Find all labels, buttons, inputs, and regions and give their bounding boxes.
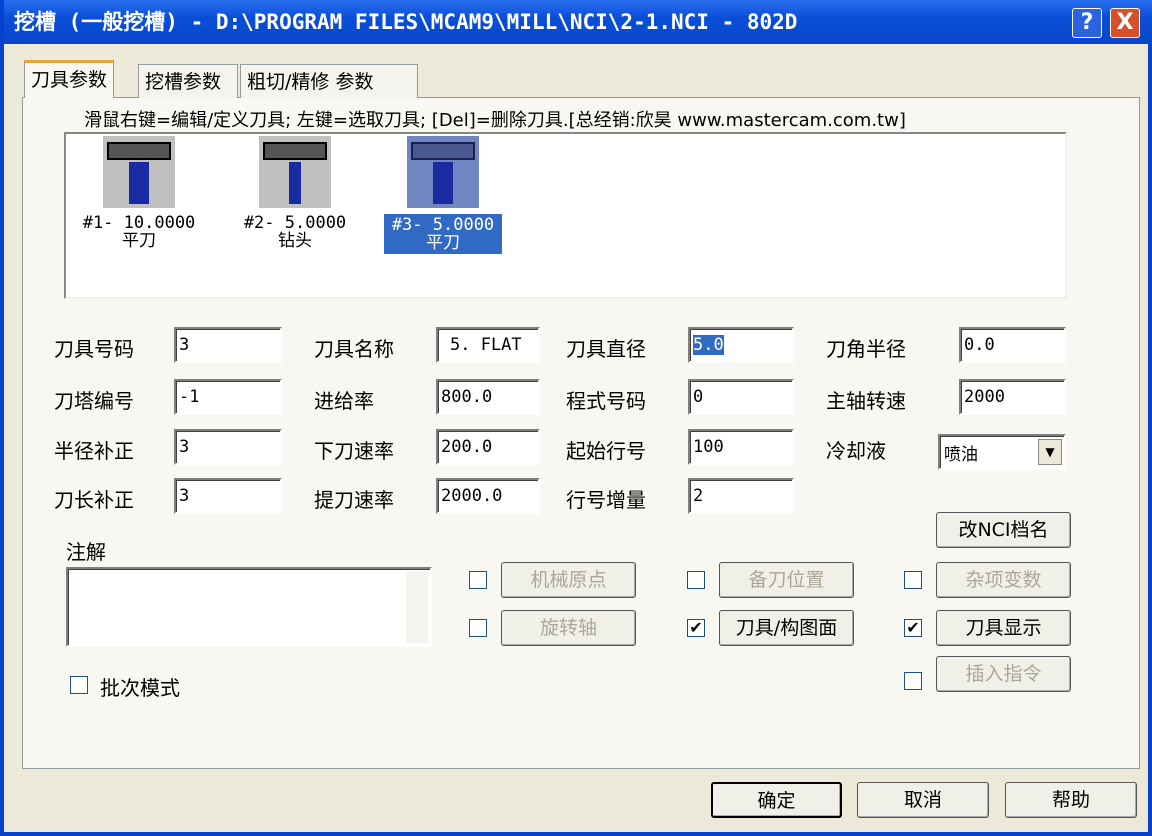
home-checkbox[interactable]	[469, 571, 487, 589]
batch-mode-label: 批次模式	[100, 676, 180, 700]
tool-diameter-input[interactable]: 5.0	[688, 327, 794, 363]
rotary-axis-button[interactable]: 旋转轴	[501, 610, 636, 646]
window-title: 挖槽 (一般挖槽) - D:\PROGRAM FILES\MCAM9\MILL\…	[14, 10, 798, 34]
tab-tool-params[interactable]: 刀具参数	[24, 60, 115, 98]
ok-button[interactable]: 确定	[711, 782, 842, 818]
tool-type: 钻头	[278, 231, 312, 251]
insert-command-button[interactable]: 插入指令	[936, 656, 1071, 692]
flat-endmill-icon	[407, 136, 479, 208]
ref-point-checkbox[interactable]	[687, 571, 705, 589]
comment-textarea[interactable]	[66, 567, 432, 647]
tool-type: 平刀	[122, 231, 156, 251]
corner-radius-label: 刀角半径	[826, 337, 906, 361]
spindle-speed-input[interactable]: 2000	[959, 379, 1066, 415]
tool-name-input[interactable]: 5. FLAT	[436, 327, 540, 363]
tool-name-label: 刀具名称	[314, 337, 394, 361]
comment-label: 注解	[66, 540, 106, 564]
help-button[interactable]: 帮助	[1005, 782, 1137, 818]
rotary-checkbox[interactable]	[469, 619, 487, 637]
seq-inc-input[interactable]: 2	[688, 478, 794, 514]
tool-list[interactable]	[64, 132, 1067, 299]
help-title-button[interactable]: ?	[1072, 8, 1102, 38]
tab-pocket-params[interactable]: 挖槽参数	[138, 64, 238, 98]
tool-display-checkbox[interactable]: ✔	[904, 619, 922, 637]
tool-number-label: 刀具号码	[54, 337, 134, 361]
tool-number: #2- 5.0000	[243, 213, 347, 233]
misc-values-button[interactable]: 杂项变数	[936, 562, 1071, 598]
tool-display-button[interactable]: 刀具显示	[936, 610, 1071, 646]
tab-rough-finish-params[interactable]: 粗切/精修 参数	[240, 64, 418, 98]
plunge-rate-label: 下刀速率	[314, 439, 394, 463]
program-number-input[interactable]: 0	[688, 379, 794, 415]
spindle-speed-label: 主轴转速	[826, 389, 906, 413]
feed-rate-label: 进给率	[314, 389, 374, 413]
tool-diameter-label: 刀具直径	[566, 337, 646, 361]
coolant-value: 喷油	[944, 445, 978, 465]
flat-endmill-icon	[103, 136, 175, 208]
cancel-button[interactable]: 取消	[857, 782, 989, 818]
coolant-label: 冷却液	[826, 439, 886, 463]
home-button[interactable]: 机械原点	[501, 562, 636, 598]
rename-nci-button[interactable]: 改NCI档名	[936, 512, 1071, 548]
drill-icon	[259, 136, 331, 208]
tool-number: #3- 5.0000	[391, 215, 495, 235]
dia-offset-input[interactable]: 3	[174, 429, 282, 465]
tool-number-input[interactable]: 3	[174, 327, 282, 363]
ref-point-button[interactable]: 备刀位置	[719, 562, 854, 598]
hint-text: 滑鼠右键=编辑/定义刀具; 左键=选取刀具; [Del]=删除刀具.[总经销:欣…	[84, 110, 906, 131]
feed-rate-input[interactable]: 800.0	[436, 379, 540, 415]
scrollbar[interactable]	[406, 571, 428, 643]
tool-item-2[interactable]: #2- 5.0000 钻头	[230, 136, 360, 250]
coolant-select[interactable]: 喷油 ▼	[938, 434, 1066, 470]
len-offset-label: 刀长补正	[54, 488, 134, 512]
len-offset-input[interactable]: 3	[174, 478, 282, 514]
title-bar: 挖槽 (一般挖槽) - D:\PROGRAM FILES\MCAM9\MILL\…	[4, 0, 1152, 44]
chevron-down-icon[interactable]: ▼	[1038, 439, 1062, 465]
tool-type: 平刀	[426, 233, 460, 253]
tool-plane-checkbox[interactable]: ✔	[687, 619, 705, 637]
tool-item-1[interactable]: #1- 10.0000 平刀	[74, 136, 204, 250]
start-seq-label: 起始行号	[566, 439, 646, 463]
turret-input[interactable]: -1	[174, 379, 282, 415]
close-button[interactable]: X	[1110, 8, 1140, 38]
retract-rate-label: 提刀速率	[314, 488, 394, 512]
dialog-window: 挖槽 (一般挖槽) - D:\PROGRAM FILES\MCAM9\MILL\…	[0, 0, 1152, 836]
dia-offset-label: 半径补正	[54, 439, 134, 463]
batch-mode-checkbox[interactable]	[70, 676, 88, 694]
tool-diameter-value: 5.0	[693, 335, 724, 355]
turret-label: 刀塔编号	[54, 389, 134, 413]
tool-item-3-selected[interactable]: #3- 5.0000 平刀	[384, 136, 502, 254]
seq-inc-label: 行号增量	[566, 488, 646, 512]
misc-checkbox[interactable]	[904, 571, 922, 589]
start-seq-input[interactable]: 100	[688, 429, 794, 465]
insert-checkbox[interactable]	[904, 672, 922, 690]
retract-rate-input[interactable]: 2000.0	[436, 478, 540, 514]
tool-plane-button[interactable]: 刀具/构图面	[719, 610, 854, 646]
plunge-rate-input[interactable]: 200.0	[436, 429, 540, 465]
corner-radius-input[interactable]: 0.0	[959, 327, 1066, 363]
program-number-label: 程式号码	[566, 389, 646, 413]
tool-number: #1- 10.0000	[82, 213, 196, 233]
